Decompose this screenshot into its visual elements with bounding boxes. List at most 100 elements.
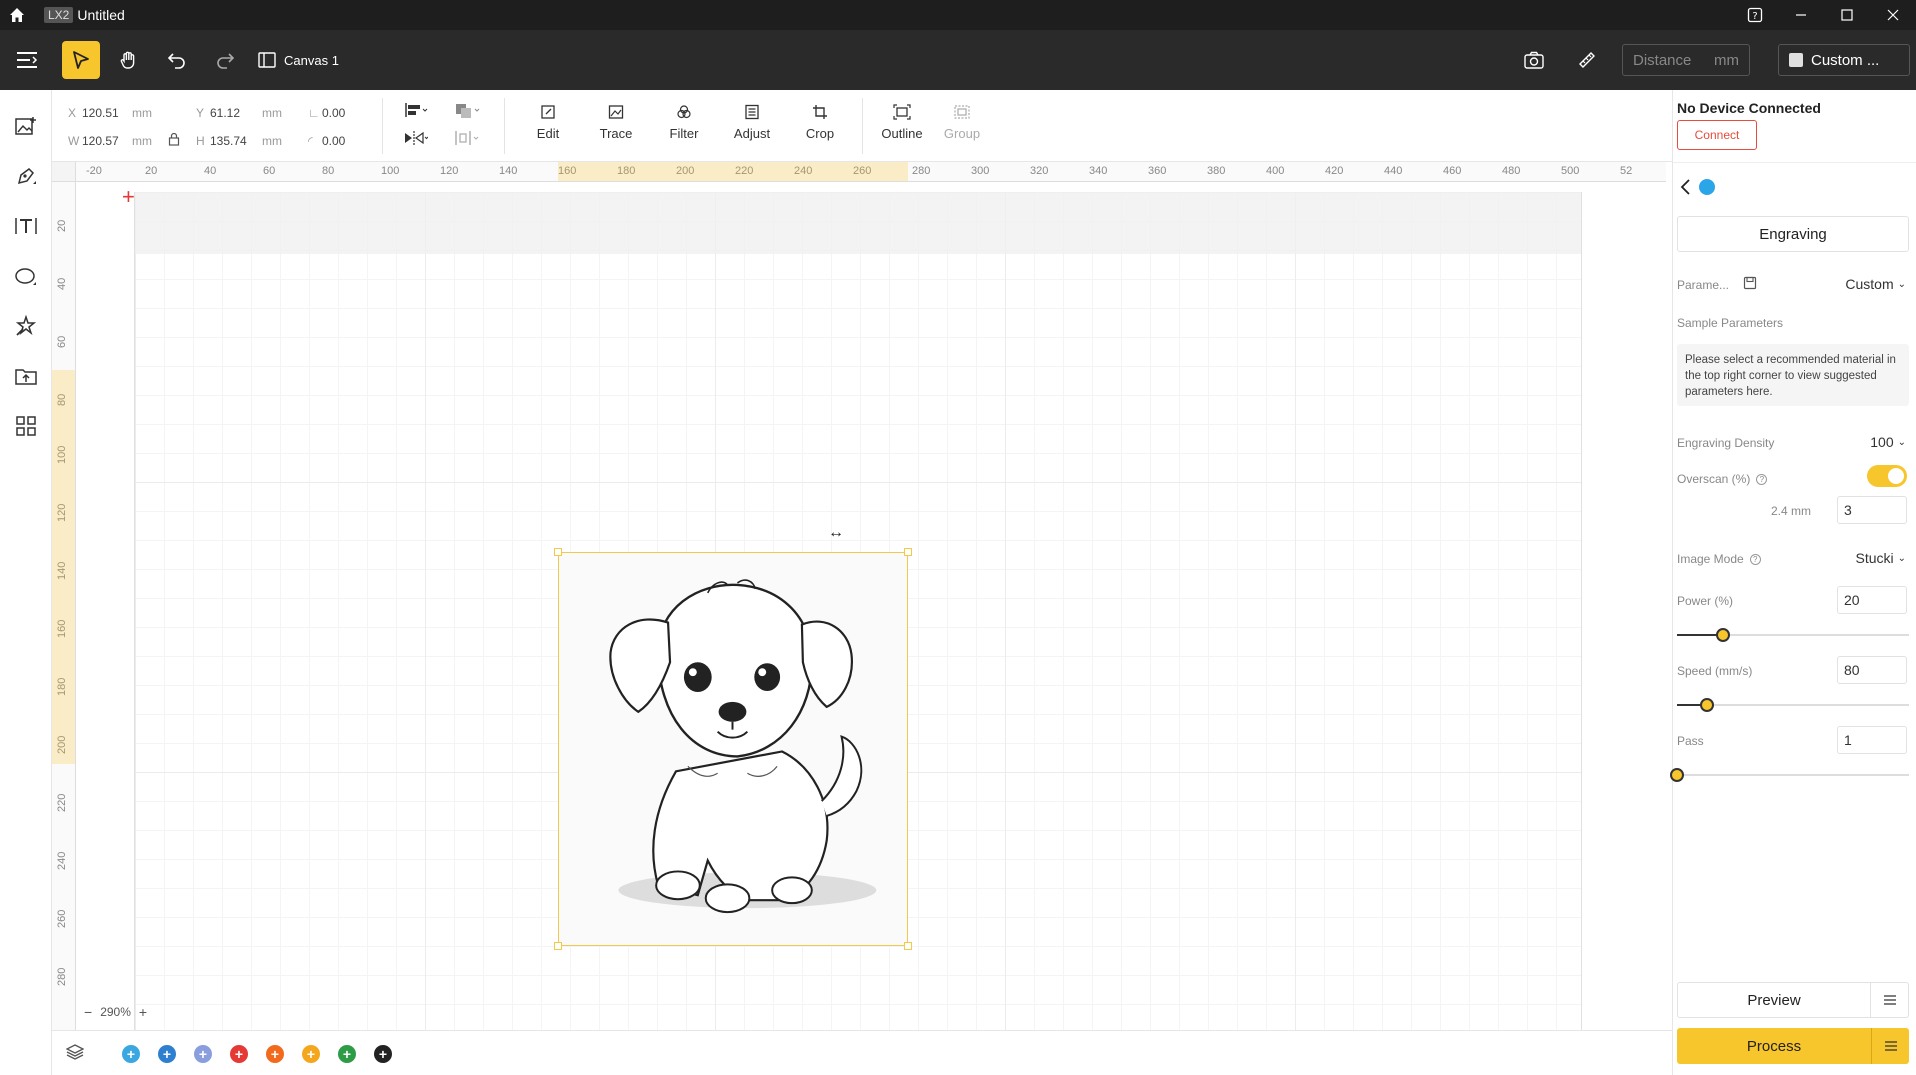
save-params-icon[interactable]: [1743, 276, 1757, 293]
trace-label: Trace: [599, 126, 633, 141]
selected-image[interactable]: [554, 548, 912, 950]
ruler-selection-highlight: [558, 162, 908, 181]
hand-tool-icon[interactable]: [110, 41, 148, 79]
undo-icon[interactable]: [158, 41, 196, 79]
text-tool-icon[interactable]: [10, 210, 42, 242]
work-area-margin: [135, 192, 1581, 254]
speed-input[interactable]: 80: [1837, 656, 1907, 684]
process-button[interactable]: Process: [1677, 1028, 1909, 1064]
x-value-field[interactable]: 120.51: [82, 106, 119, 120]
chevron-down-icon: ⌄: [1897, 436, 1906, 448]
library-icon[interactable]: [10, 410, 42, 442]
params-select[interactable]: Custom ⌄: [1845, 276, 1906, 292]
image-mode-select[interactable]: Stucki ⌄: [1855, 550, 1906, 566]
slider-knob[interactable]: [1716, 628, 1731, 642]
edit-button[interactable]: Edit: [520, 104, 576, 141]
resize-handle[interactable]: [904, 942, 912, 950]
preview-menu-icon[interactable]: [1870, 983, 1908, 1017]
overscan-toggle[interactable]: [1867, 465, 1907, 487]
layer-color-button[interactable]: +: [194, 1045, 212, 1063]
zoom-in-icon[interactable]: +: [139, 1004, 147, 1020]
lock-ratio-icon[interactable]: [168, 132, 180, 149]
maximize-icon[interactable]: [1824, 0, 1870, 30]
connect-button[interactable]: Connect: [1677, 120, 1757, 150]
power-input[interactable]: 20: [1837, 586, 1907, 614]
title-bar: LX2 Untitled ?: [0, 0, 1916, 30]
power-slider[interactable]: [1677, 628, 1909, 642]
layer-color-button[interactable]: +: [374, 1045, 392, 1063]
density-select[interactable]: 100 ⌄: [1870, 434, 1906, 450]
h-value-field[interactable]: 135.74: [210, 134, 247, 148]
align-icon[interactable]: [404, 102, 428, 121]
zoom-out-icon[interactable]: −: [84, 1004, 92, 1020]
flip-icon[interactable]: [404, 130, 429, 149]
preview-button[interactable]: Preview: [1677, 982, 1909, 1018]
filter-button[interactable]: Filter: [656, 104, 712, 141]
home-icon[interactable]: [0, 0, 34, 30]
power-label: Power (%): [1677, 594, 1734, 608]
layer-color-button[interactable]: +: [338, 1045, 356, 1063]
layer-color-button[interactable]: +: [266, 1045, 284, 1063]
adjust-button[interactable]: Adjust: [724, 104, 780, 141]
corner-value-field[interactable]: 0.00: [322, 134, 345, 148]
angle-value-field[interactable]: 0.00: [322, 106, 345, 120]
ruler-tick-label: -20: [86, 165, 102, 177]
resize-handle[interactable]: [904, 548, 912, 556]
group-button[interactable]: Group: [934, 104, 990, 141]
measure-icon[interactable]: [1568, 41, 1606, 79]
distance-input[interactable]: Distance mm: [1622, 44, 1750, 76]
crop-button[interactable]: Crop: [792, 104, 848, 141]
w-value-field[interactable]: 120.57: [82, 134, 119, 148]
camera-icon[interactable]: [1515, 41, 1553, 79]
property-bar: X 120.51 mm Y 61.12 mm ∟ 0.00 W 120.57 m…: [52, 90, 1672, 162]
import-icon[interactable]: [10, 360, 42, 392]
pass-input[interactable]: 1: [1837, 726, 1907, 754]
info-icon[interactable]: ?: [1749, 553, 1761, 565]
pen-tool-icon[interactable]: [10, 160, 42, 192]
process-menu-icon[interactable]: [1871, 1028, 1909, 1064]
filter-icon: [677, 105, 691, 119]
speed-slider[interactable]: [1677, 698, 1909, 712]
device-selector-button[interactable]: Custom ...: [1778, 44, 1910, 76]
mode-engraving-button[interactable]: Engraving: [1677, 216, 1909, 252]
slider-knob[interactable]: [1670, 768, 1684, 782]
ruler-tick-label: 340: [1089, 165, 1108, 177]
main-toolbar: Canvas 1 Distance mm Custom ...: [0, 30, 1916, 90]
layer-color-button[interactable]: +: [302, 1045, 320, 1063]
layer-color-indicator: [1699, 179, 1715, 195]
back-icon[interactable]: [1679, 178, 1691, 199]
canvas-area[interactable]: + ↔ − 290% +: [76, 182, 1666, 1030]
resize-handle[interactable]: [554, 942, 562, 950]
process-label: Process: [1746, 1037, 1802, 1055]
ruler-vertical: 20 40 60 80 100 120 140 160 180 200 220 240 260 280: [52, 182, 76, 1030]
select-tool-icon[interactable]: [62, 41, 100, 79]
distribute-icon[interactable]: [454, 130, 480, 149]
trace-button[interactable]: Trace: [588, 104, 644, 141]
pass-slider[interactable]: [1670, 768, 1909, 782]
layer-bar: + + + + + + + +: [52, 1030, 1672, 1075]
adjust-label: Adjust: [733, 126, 771, 141]
menu-icon[interactable]: [8, 41, 46, 79]
close-icon[interactable]: [1870, 0, 1916, 30]
distance-unit: mm: [1714, 51, 1739, 69]
resize-handle[interactable]: [554, 548, 562, 556]
slider-knob[interactable]: [1700, 698, 1715, 712]
image-tool-icon[interactable]: [10, 110, 42, 142]
shape-tool-icon[interactable]: [10, 260, 42, 292]
layers-icon[interactable]: [65, 1043, 85, 1064]
minimize-icon[interactable]: [1778, 0, 1824, 30]
redo-icon[interactable]: [206, 41, 244, 79]
layer-color-button[interactable]: +: [158, 1045, 176, 1063]
magic-tool-icon[interactable]: [10, 310, 42, 342]
outline-button[interactable]: Outline: [874, 104, 930, 141]
info-icon[interactable]: ?: [1756, 473, 1768, 485]
layer-color-button[interactable]: +: [230, 1045, 248, 1063]
ruler-tick-label: 400: [1266, 165, 1285, 177]
layer-color-button[interactable]: +: [122, 1045, 140, 1063]
arrange-icon[interactable]: [454, 102, 480, 123]
canvas-tab[interactable]: Canvas 1: [258, 48, 339, 72]
sample-params-label: Sample Parameters: [1677, 316, 1784, 330]
overscan-input[interactable]: 3: [1837, 496, 1907, 524]
y-value-field[interactable]: 61.12: [210, 106, 240, 120]
help-icon[interactable]: ?: [1732, 0, 1778, 30]
